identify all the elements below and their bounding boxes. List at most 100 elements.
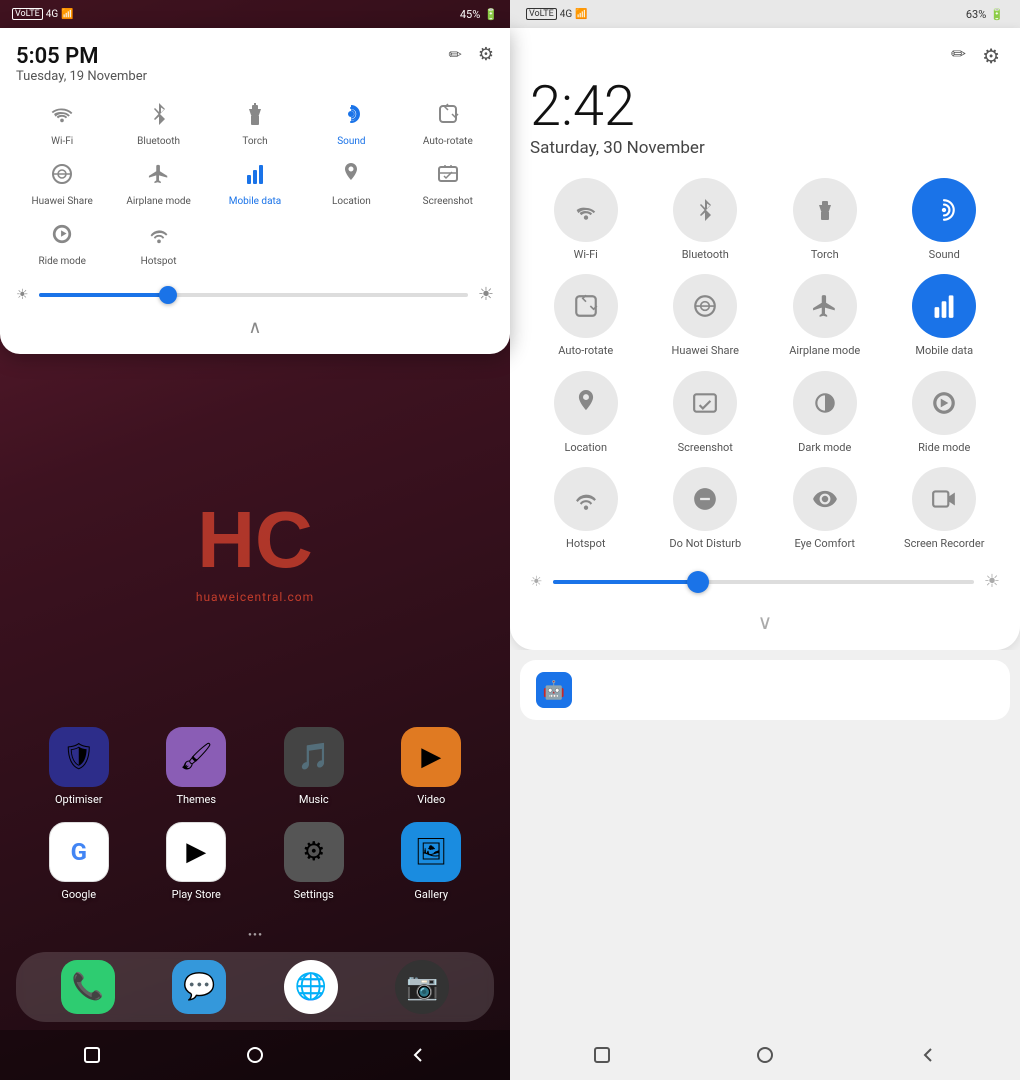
panel-date-left: Tuesday, 19 November (16, 69, 147, 84)
tile-location-label-right: Location (564, 441, 607, 455)
app-music[interactable]: 🎵 Music (259, 727, 369, 806)
nav-back-right[interactable] (908, 1040, 948, 1070)
app-themes[interactable]: 🖌 Themes (142, 727, 252, 806)
app-settings[interactable]: ⚙ Settings (259, 822, 369, 901)
app-video[interactable]: ▶ Video (377, 727, 487, 806)
tile-mobiledata-right[interactable]: Mobile data (889, 274, 1001, 358)
nav-back-left[interactable] (398, 1040, 438, 1070)
tile-screenrecorder-label-right: Screen Recorder (904, 537, 984, 551)
quick-tiles-right: Wi-Fi Bluetooth Torch Soun (530, 178, 1000, 551)
app-gallery[interactable]: 🖼 Gallery (377, 822, 487, 901)
tile-screenrecorder-right[interactable]: Screen Recorder (889, 467, 1001, 551)
brightness-row-right: ☀ ☀ (530, 567, 1000, 596)
tile-hotspot-right[interactable]: Hotspot (530, 467, 642, 551)
panel-time-right: 2:42 (530, 78, 1000, 134)
app-music-label: Music (299, 793, 329, 806)
tile-airplane-left[interactable]: Airplane mode (112, 156, 204, 208)
app-gallery-label: Gallery (414, 888, 448, 901)
tile-location-right[interactable]: Location (530, 371, 642, 455)
tile-torch-label-left: Torch (242, 136, 267, 148)
tile-darkmode-label-right: Dark mode (798, 441, 851, 455)
tile-sound-left[interactable]: Sound (305, 96, 397, 148)
settings-icon-left[interactable]: ⚙ (478, 44, 494, 65)
tile-torch-left[interactable]: Torch (209, 96, 301, 148)
right-panel: VoLTE 4G 📶 63% 🔋 ✏ ⚙ 2:42 Saturday, 30 N… (510, 0, 1020, 1080)
panel-date-right: Saturday, 30 November (530, 138, 1000, 158)
left-panel: VoLTE 4G 📶 45% 🔋 5:05 PM Tuesday, 19 Nov… (0, 0, 510, 1080)
bottom-notification[interactable]: 🤖 (520, 660, 1010, 720)
edit-icon-right[interactable]: ✏ (951, 44, 966, 68)
nav-square-left[interactable] (72, 1040, 112, 1070)
dock-phone[interactable]: 📞 (61, 960, 115, 1014)
tile-darkmode-right[interactable]: Dark mode (769, 371, 881, 455)
dock-chrome[interactable]: 🌐 (284, 960, 338, 1014)
nav-circle-left[interactable] (235, 1040, 275, 1070)
nav-circle-right[interactable] (745, 1040, 785, 1070)
app-playstore[interactable]: ▶ Play Store (142, 822, 252, 901)
nav-square-right[interactable] (582, 1040, 622, 1070)
tile-ridemode-right[interactable]: Ride mode (889, 371, 1001, 455)
tile-mobiledata-left[interactable]: Mobile data (209, 156, 301, 208)
tile-screenshot-left[interactable]: Screenshot (402, 156, 494, 208)
tile-torch-label-right: Torch (811, 248, 839, 262)
tile-bluetooth-right[interactable]: Bluetooth (650, 178, 762, 262)
dock-messages[interactable]: 💬 (172, 960, 226, 1014)
tile-airplane-label-left: Airplane mode (126, 196, 191, 208)
tile-wifi-label-right: Wi-Fi (574, 248, 598, 262)
tile-bluetooth-left[interactable]: Bluetooth (112, 96, 204, 148)
tile-ridemode-left[interactable]: Ride mode (16, 216, 108, 268)
tile-huaweishare-label-right: Huawei Share (672, 344, 739, 358)
tile-autorotate-left[interactable]: Auto-rotate (402, 96, 494, 148)
tile-huaweishare-right[interactable]: Huawei Share (650, 274, 762, 358)
tile-screenshot-right[interactable]: Screenshot (650, 371, 762, 455)
app-themes-label: Themes (176, 793, 216, 806)
carrier-left: VoLTE 4G 📶 (12, 8, 74, 20)
tile-torch-right[interactable]: Torch (769, 178, 881, 262)
battery-left: 45% 🔋 (460, 8, 498, 21)
tile-ridemode-label-right: Ride mode (918, 441, 970, 455)
brightness-low-icon-left: ☀ (16, 287, 29, 303)
tile-sound-label-right: Sound (929, 248, 960, 262)
panel-time-left: 5:05 PM (16, 44, 147, 69)
app-grid-left: 🛡 Optimiser 🖌 Themes 🎵 Music ▶ (0, 711, 510, 917)
app-google[interactable]: G Google (24, 822, 134, 901)
tile-airplane-right[interactable]: Airplane mode (769, 274, 881, 358)
app-playstore-label: Play Store (172, 888, 221, 901)
tile-mobiledata-label-left: Mobile data (229, 196, 282, 208)
tile-ridemode-label-left: Ride mode (38, 256, 85, 268)
tile-eyecomfort-right[interactable]: Eye Comfort (769, 467, 881, 551)
settings-icon-right[interactable]: ⚙ (982, 44, 1000, 68)
app-settings-label: Settings (294, 888, 334, 901)
tile-wifi-left[interactable]: Wi-Fi (16, 96, 108, 148)
tile-autorotate-right[interactable]: Auto-rotate (530, 274, 642, 358)
app-optimiser[interactable]: 🛡 Optimiser (24, 727, 134, 806)
brightness-high-icon-left: ☀ (478, 284, 494, 305)
tile-hotspot-label-right: Hotspot (566, 537, 605, 551)
tile-location-left[interactable]: Location (305, 156, 397, 208)
edit-icon-left[interactable]: ✏ (448, 45, 461, 64)
tile-dnd-right[interactable]: Do Not Disturb (650, 467, 762, 551)
dock-bar-left: 📞 💬 🌐 📷 (16, 952, 494, 1022)
tile-dnd-label-right: Do Not Disturb (669, 537, 741, 551)
notification-panel-left: 5:05 PM Tuesday, 19 November ✏ ⚙ Wi-Fi (0, 28, 510, 354)
tile-autorotate-label-right: Auto-rotate (558, 344, 613, 358)
tile-location-label-left: Location (332, 196, 371, 208)
quick-tiles-left: Wi-Fi Bluetooth Torch Soun (16, 96, 494, 268)
panel-collapse-right[interactable]: ∨ (530, 610, 1000, 634)
brightness-slider-left[interactable] (39, 293, 468, 297)
brightness-row-left: ☀ ☀ (16, 280, 494, 309)
panel-collapse-left[interactable]: ∧ (16, 317, 494, 338)
tile-huaweishare-label-left: Huawei Share (32, 196, 93, 208)
brightness-slider-right[interactable] (553, 580, 974, 584)
tile-sound-right[interactable]: Sound (889, 178, 1001, 262)
dock-camera[interactable]: 📷 (395, 960, 449, 1014)
status-bar-left: VoLTE 4G 📶 45% 🔋 (0, 0, 510, 28)
battery-right: 63% 🔋 (966, 8, 1004, 21)
tile-wifi-label-left: Wi-Fi (51, 136, 73, 148)
tile-bluetooth-label-left: Bluetooth (137, 136, 180, 148)
tile-hotspot-left[interactable]: Hotspot (112, 216, 204, 268)
tile-screenshot-label-right: Screenshot (678, 441, 733, 455)
tile-wifi-right[interactable]: Wi-Fi (530, 178, 642, 262)
tile-huaweishare-left[interactable]: Huawei Share (16, 156, 108, 208)
tile-hotspot-label-left: Hotspot (141, 256, 177, 268)
